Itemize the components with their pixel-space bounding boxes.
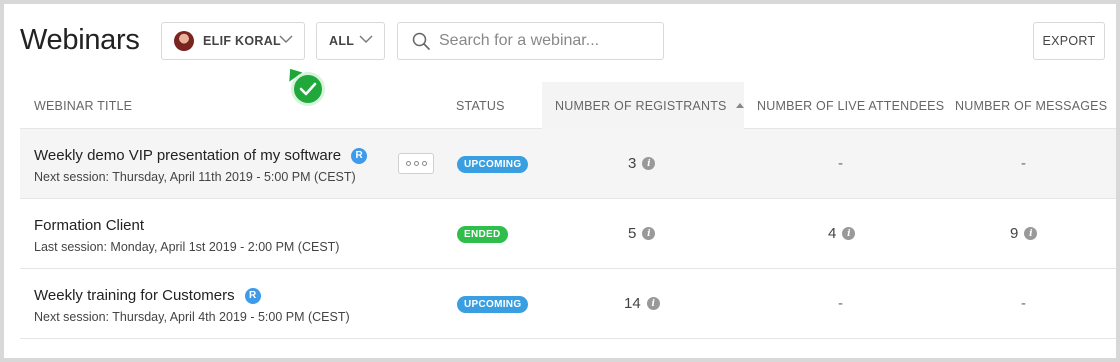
registrants-value: 5 — [628, 225, 637, 242]
registrants-value: 14 — [624, 295, 641, 312]
session-info: Last session: Monday, April 1st 2019 - 2… — [34, 240, 340, 254]
info-icon[interactable]: i — [642, 227, 656, 240]
type-filter-label: ALL — [329, 34, 355, 48]
more-options-button[interactable] — [398, 153, 434, 174]
more-options-dot — [413, 161, 419, 166]
session-info: Next session: Thursday, April 4th 2019 -… — [34, 310, 350, 324]
attendees-value: 4 — [828, 225, 837, 242]
page-title: Webinars — [20, 24, 140, 56]
table-row[interactable]: Weekly training for Customers R Next ses… — [20, 269, 1116, 339]
table-row[interactable]: Formation Client Last session: Monday, A… — [20, 199, 1116, 269]
recurring-badge: R — [351, 147, 368, 164]
status-badge: UPCOMING — [457, 296, 529, 313]
chevron-down-icon — [359, 35, 373, 43]
user-filter-dropdown[interactable]: ELIF KORAL — [161, 22, 305, 60]
messages-count: 9i — [1010, 225, 1038, 242]
attendees-count: - — [838, 155, 843, 172]
type-filter-dropdown[interactable]: ALL — [316, 22, 385, 60]
column-header-attendees[interactable]: NUMBER OF LIVE ATTENDEES — [757, 99, 944, 113]
column-header-registrants-label: NUMBER OF REGISTRANTS — [555, 99, 727, 113]
webinar-title-cell: Weekly training for Customers R — [34, 287, 261, 304]
webinar-title[interactable]: Weekly demo VIP presentation of my softw… — [34, 147, 341, 164]
more-options-dot — [421, 161, 427, 166]
column-header-title[interactable]: WEBINAR TITLE — [34, 99, 132, 113]
status-badge: UPCOMING — [457, 156, 529, 173]
more-options-icon — [405, 161, 411, 166]
info-icon[interactable]: i — [1024, 227, 1038, 240]
messages-count: - — [1021, 155, 1026, 172]
status-badge: ENDED — [457, 226, 508, 243]
registrants-count: 5i — [628, 225, 656, 242]
webinar-title-cell: Weekly demo VIP presentation of my softw… — [34, 147, 368, 164]
user-filter-label: ELIF KORAL — [203, 34, 281, 48]
messages-count: - — [1021, 295, 1026, 312]
recurring-badge: R — [244, 287, 261, 304]
info-icon[interactable]: i — [642, 157, 656, 170]
webinars-page: Webinars ELIF KORAL ALL EXPORT WEBINAR T… — [4, 4, 1116, 358]
column-header-status[interactable]: STATUS — [456, 99, 505, 113]
search-box — [397, 22, 664, 60]
search-input[interactable] — [439, 32, 654, 50]
avatar — [174, 31, 194, 51]
webinar-title-cell: Formation Client — [34, 217, 144, 234]
sort-ascending-icon — [735, 103, 744, 108]
info-icon[interactable]: i — [646, 297, 660, 310]
export-button[interactable]: EXPORT — [1033, 22, 1105, 60]
session-info: Next session: Thursday, April 11th 2019 … — [34, 170, 356, 184]
table-row[interactable]: Weekly demo VIP presentation of my softw… — [20, 129, 1116, 199]
info-icon[interactable]: i — [842, 227, 856, 240]
webinars-table: WEBINAR TITLE STATUS NUMBER OF REGISTRAN… — [20, 82, 1116, 339]
registrants-count: 14 i — [624, 295, 660, 312]
column-header-messages[interactable]: NUMBER OF MESSAGES — [955, 99, 1107, 113]
table-header: WEBINAR TITLE STATUS NUMBER OF REGISTRAN… — [20, 82, 1116, 129]
chevron-down-icon — [279, 35, 293, 43]
search-icon — [412, 32, 430, 50]
attendees-count: 4i — [828, 225, 856, 242]
webinar-title[interactable]: Formation Client — [34, 217, 144, 234]
column-header-registrants[interactable]: NUMBER OF REGISTRANTS — [555, 99, 744, 113]
webinar-title[interactable]: Weekly training for Customers — [34, 287, 235, 304]
registrants-count: 3i — [628, 155, 656, 172]
registrants-value: 3 — [628, 155, 637, 172]
attendees-count: - — [838, 295, 843, 312]
messages-value: 9 — [1010, 225, 1019, 242]
